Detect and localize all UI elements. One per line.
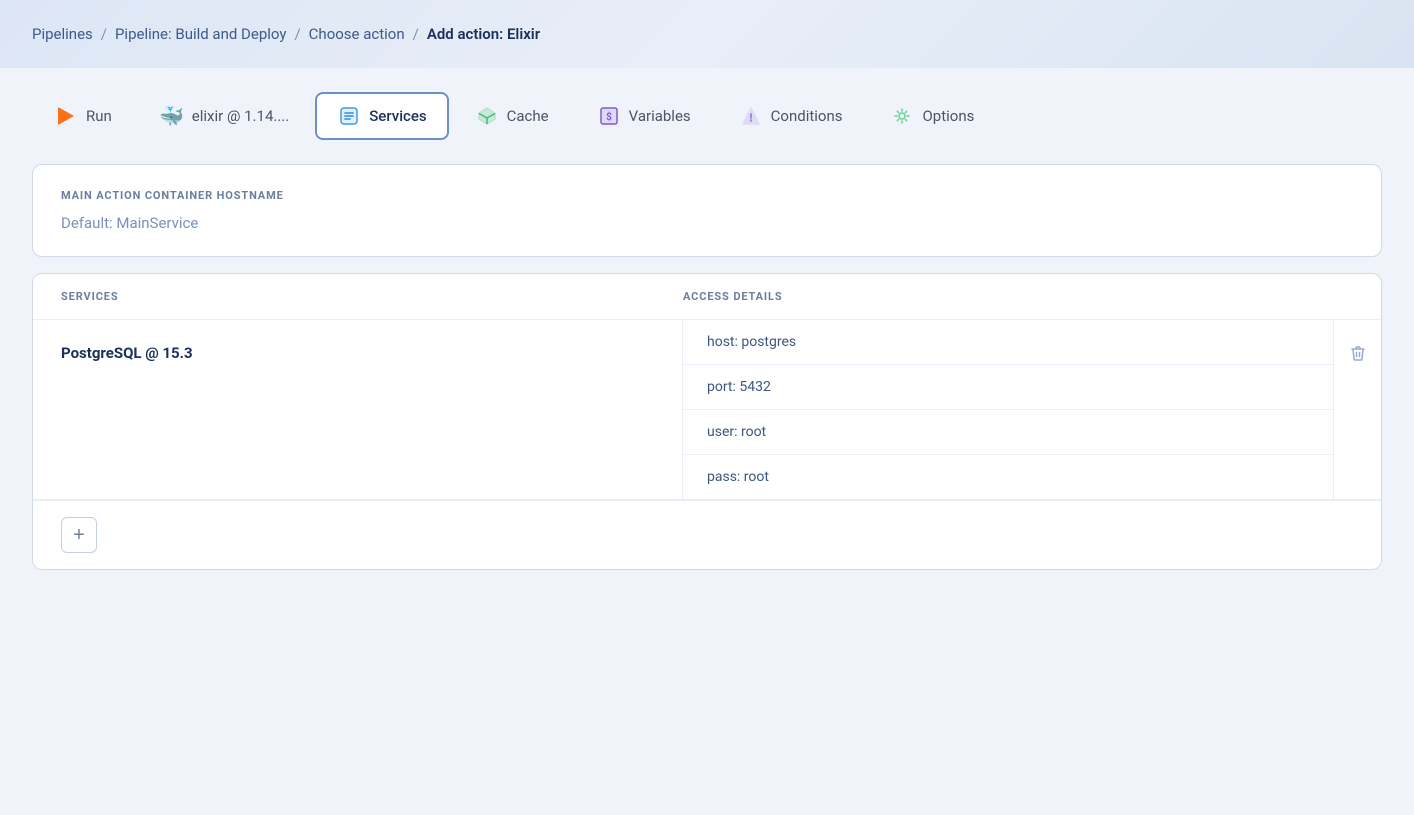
tab-options[interactable]: Options [868, 92, 996, 140]
access-details-cell: host: postgres port: 5432 user: root pas… [683, 320, 1333, 499]
tab-elixir[interactable]: 🐳 elixir @ 1.14.... [138, 92, 311, 140]
tab-cache[interactable]: Cache [453, 92, 571, 140]
tab-conditions[interactable]: Conditions [717, 92, 865, 140]
breadcrumb-choose-action[interactable]: Choose action [309, 25, 405, 43]
tab-elixir-label: elixir @ 1.14.... [192, 107, 289, 125]
tab-options-label: Options [922, 107, 974, 125]
add-service-section: + [33, 500, 1381, 569]
delete-cell [1333, 320, 1381, 499]
tab-conditions-label: Conditions [771, 107, 843, 125]
breadcrumb-sep-3: / [413, 25, 419, 43]
access-pass: pass: root [683, 455, 1333, 499]
hostname-label: MAIN ACTION CONTAINER HOSTNAME [61, 189, 1353, 202]
add-service-button[interactable]: + [61, 517, 97, 553]
tab-variables-label: Variables [629, 107, 691, 125]
run-icon [54, 104, 78, 128]
tab-run-label: Run [86, 107, 112, 125]
breadcrumb-pipelines[interactable]: Pipelines [32, 25, 93, 43]
tab-cache-label: Cache [507, 107, 549, 125]
breadcrumb-pipeline[interactable]: Pipeline: Build and Deploy [115, 25, 287, 43]
services-col-header: SERVICES [61, 290, 683, 303]
access-user: user: root [683, 410, 1333, 455]
breadcrumb-bar: Pipelines / Pipeline: Build and Deploy /… [0, 0, 1414, 68]
access-host: host: postgres [683, 320, 1333, 365]
add-icon: + [73, 524, 85, 547]
access-details-col-header: ACCESS DETAILS [683, 290, 1305, 303]
cache-icon [475, 104, 499, 128]
main-content: Run 🐳 elixir @ 1.14.... Services [0, 68, 1414, 610]
tabs-container: Run 🐳 elixir @ 1.14.... Services [32, 92, 1382, 140]
hostname-value: Default: MainService [61, 214, 1353, 232]
hostname-card: MAIN ACTION CONTAINER HOSTNAME Default: … [32, 164, 1382, 257]
docker-icon: 🐳 [160, 104, 184, 128]
variables-icon: $ [597, 104, 621, 128]
delete-service-button[interactable] [1345, 340, 1371, 366]
services-table-header: SERVICES ACCESS DETAILS [33, 274, 1381, 320]
service-name: PostgreSQL @ 15.3 [33, 320, 683, 499]
breadcrumb-current: Add action: Elixir [427, 25, 540, 43]
conditions-icon [739, 104, 763, 128]
breadcrumb-sep-1: / [101, 25, 107, 43]
tab-services-label: Services [369, 107, 426, 125]
options-icon [890, 104, 914, 128]
tab-run[interactable]: Run [32, 92, 134, 140]
breadcrumb-sep-2: / [294, 25, 300, 43]
tab-variables[interactable]: $ Variables [575, 92, 713, 140]
tab-services[interactable]: Services [315, 92, 448, 140]
svg-text:$: $ [606, 110, 612, 123]
services-icon [337, 104, 361, 128]
trash-icon [1349, 344, 1367, 362]
services-card: SERVICES ACCESS DETAILS PostgreSQL @ 15.… [32, 273, 1382, 570]
access-port: port: 5432 [683, 365, 1333, 410]
table-row: PostgreSQL @ 15.3 host: postgres port: 5… [33, 320, 1381, 500]
